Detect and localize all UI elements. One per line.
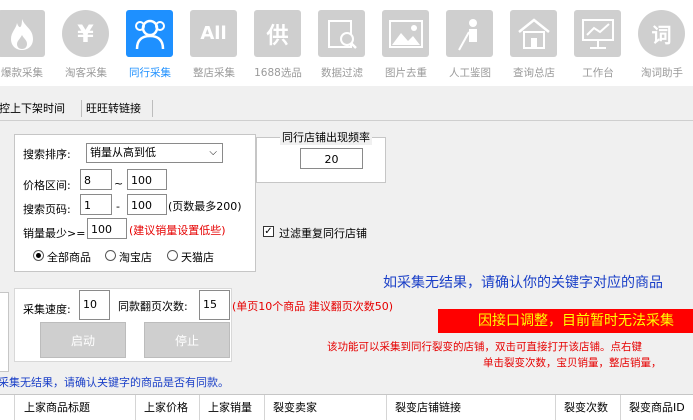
sort-value: 销量从高到低 xyxy=(90,146,156,159)
tool-label: 爆款采集 xyxy=(1,67,43,79)
sort-select[interactable]: 销量从高到低 ⌵ xyxy=(86,143,223,163)
image-icon xyxy=(382,10,429,57)
page-max-input[interactable]: 100 xyxy=(127,194,167,215)
tool-taoke-collect[interactable]: ¥ 淘客采集 xyxy=(58,9,114,83)
filter-duplicate-checkbox[interactable]: ✓ xyxy=(263,226,274,237)
price-separator: ~ xyxy=(114,177,124,190)
tool-manual-review[interactable]: 人工鉴图 xyxy=(442,9,498,83)
people-icon xyxy=(126,10,173,57)
sales-hint: (建议销量设置低些) xyxy=(129,224,226,237)
results-table-header: 上家商品标题 上家价格 上家销量 裂变卖家 裂变店铺链接 裂变次数 裂变商品ID xyxy=(0,394,693,420)
page-hint: (页数最多200) xyxy=(168,200,242,213)
status-text: 采集无结果，请确认关键字的商品是否有同款。 xyxy=(0,376,229,389)
start-button[interactable]: 启动 xyxy=(40,322,126,358)
radio-all-products[interactable] xyxy=(33,250,44,261)
column-header[interactable]: 裂变店铺链接 xyxy=(395,395,461,420)
pages-label: 同款翻页次数: xyxy=(118,300,188,313)
worker-icon xyxy=(446,10,493,57)
info-line-1: 该功能可以采集到同行裂变的店铺，双击可直接打开该店铺。点右键 xyxy=(327,341,642,353)
sort-label: 搜索排序: xyxy=(23,148,71,161)
tool-label: 查询总店 xyxy=(513,67,555,79)
frequency-input[interactable]: 20 xyxy=(300,148,363,169)
store-icon xyxy=(510,10,557,57)
price-label: 价格区间: xyxy=(23,179,71,192)
tool-label: 图片去重 xyxy=(385,67,427,79)
filter-duplicate-label: 过滤重复同行店铺 xyxy=(279,227,367,240)
pages-hint: (单页10个商品 建议翻页次数50) xyxy=(232,300,394,313)
tool-label: 整店采集 xyxy=(193,67,235,79)
column-header[interactable]: 上家销量 xyxy=(208,395,252,420)
tool-workbench[interactable]: 工作台 xyxy=(570,9,626,83)
supply-icon: 供 xyxy=(254,10,301,57)
stop-button[interactable]: 停止 xyxy=(144,322,230,358)
warning-banner: 因接口调整，目前暂时无法采集 xyxy=(438,309,693,333)
info-line-2: 单击裂变次数，宝贝销量，整店销量， xyxy=(483,357,662,369)
pages-input[interactable]: 15 xyxy=(199,290,230,320)
radio-all-label: 全部商品 xyxy=(47,251,91,264)
tab-row: 监控上下架时间 旺旺转链接 xyxy=(0,97,693,120)
tool-label: 同行采集 xyxy=(129,67,171,79)
sales-label: 销量最少>= xyxy=(23,227,86,240)
tool-image-dedup[interactable]: 图片去重 xyxy=(378,9,434,83)
tool-label: 1688选品 xyxy=(254,67,302,79)
radio-tmall-label: 天猫店 xyxy=(181,251,214,264)
page-min-input[interactable]: 1 xyxy=(80,194,112,215)
filter-icon xyxy=(318,10,365,57)
frequency-title: 同行店铺出现频率 xyxy=(280,129,372,145)
yen-icon: ¥ xyxy=(62,10,109,57)
column-header[interactable]: 上家商品标题 xyxy=(24,395,90,420)
left-panel-edge xyxy=(0,292,9,372)
page-label: 搜索页码: xyxy=(23,203,71,216)
radio-taobao[interactable] xyxy=(105,250,116,261)
radio-taobao-label: 淘宝店 xyxy=(119,251,152,264)
column-header[interactable]: 上家价格 xyxy=(144,395,188,420)
tool-word-helper[interactable]: 词 淘词助手 xyxy=(634,9,690,83)
word-icon: 词 xyxy=(638,10,685,57)
tool-label: 数据过滤 xyxy=(321,67,363,79)
price-max-input[interactable]: 100 xyxy=(127,169,167,190)
chevron-down-icon: ⌵ xyxy=(209,147,217,158)
speed-label: 采集速度: xyxy=(23,303,71,316)
flame-icon xyxy=(0,10,45,57)
radio-tmall[interactable] xyxy=(167,250,178,261)
notice-text: 如采集无结果，请确认你的关键字对应的商品 xyxy=(383,275,663,291)
tab-wangwang-link[interactable]: 旺旺转链接 xyxy=(86,100,141,117)
speed-input[interactable]: 10 xyxy=(79,290,110,320)
tool-query-store[interactable]: 查询总店 xyxy=(506,9,562,83)
column-header[interactable]: 裂变次数 xyxy=(564,395,608,420)
tool-shop-collect[interactable]: All 整店采集 xyxy=(186,9,242,83)
tool-label: 淘词助手 xyxy=(641,67,683,79)
all-icon: All xyxy=(190,10,237,57)
sales-min-input[interactable]: 100 xyxy=(87,218,127,239)
tool-label: 淘客采集 xyxy=(65,67,107,79)
tool-1688-select[interactable]: 供 1688选品 xyxy=(250,9,306,83)
tool-label: 人工鉴图 xyxy=(449,67,491,79)
workbench-icon xyxy=(574,10,621,57)
tab-monitor-listing[interactable]: 监控上下架时间 xyxy=(0,100,65,117)
page-separator: - xyxy=(116,200,120,213)
tool-label: 工作台 xyxy=(582,67,614,79)
price-min-input[interactable]: 8 xyxy=(80,169,112,190)
column-header[interactable]: 裂变卖家 xyxy=(273,395,317,420)
tool-data-filter[interactable]: 数据过滤 xyxy=(314,9,370,83)
tool-peer-collect[interactable]: 同行采集 xyxy=(122,9,178,83)
toolbar: 爆款采集 ¥ 淘客采集 同行采集 All 整店采集 供 1688选品 数据过滤 … xyxy=(0,0,693,86)
tool-hot-collect[interactable]: 爆款采集 xyxy=(0,9,50,83)
column-header[interactable]: 裂变商品ID xyxy=(629,395,685,420)
